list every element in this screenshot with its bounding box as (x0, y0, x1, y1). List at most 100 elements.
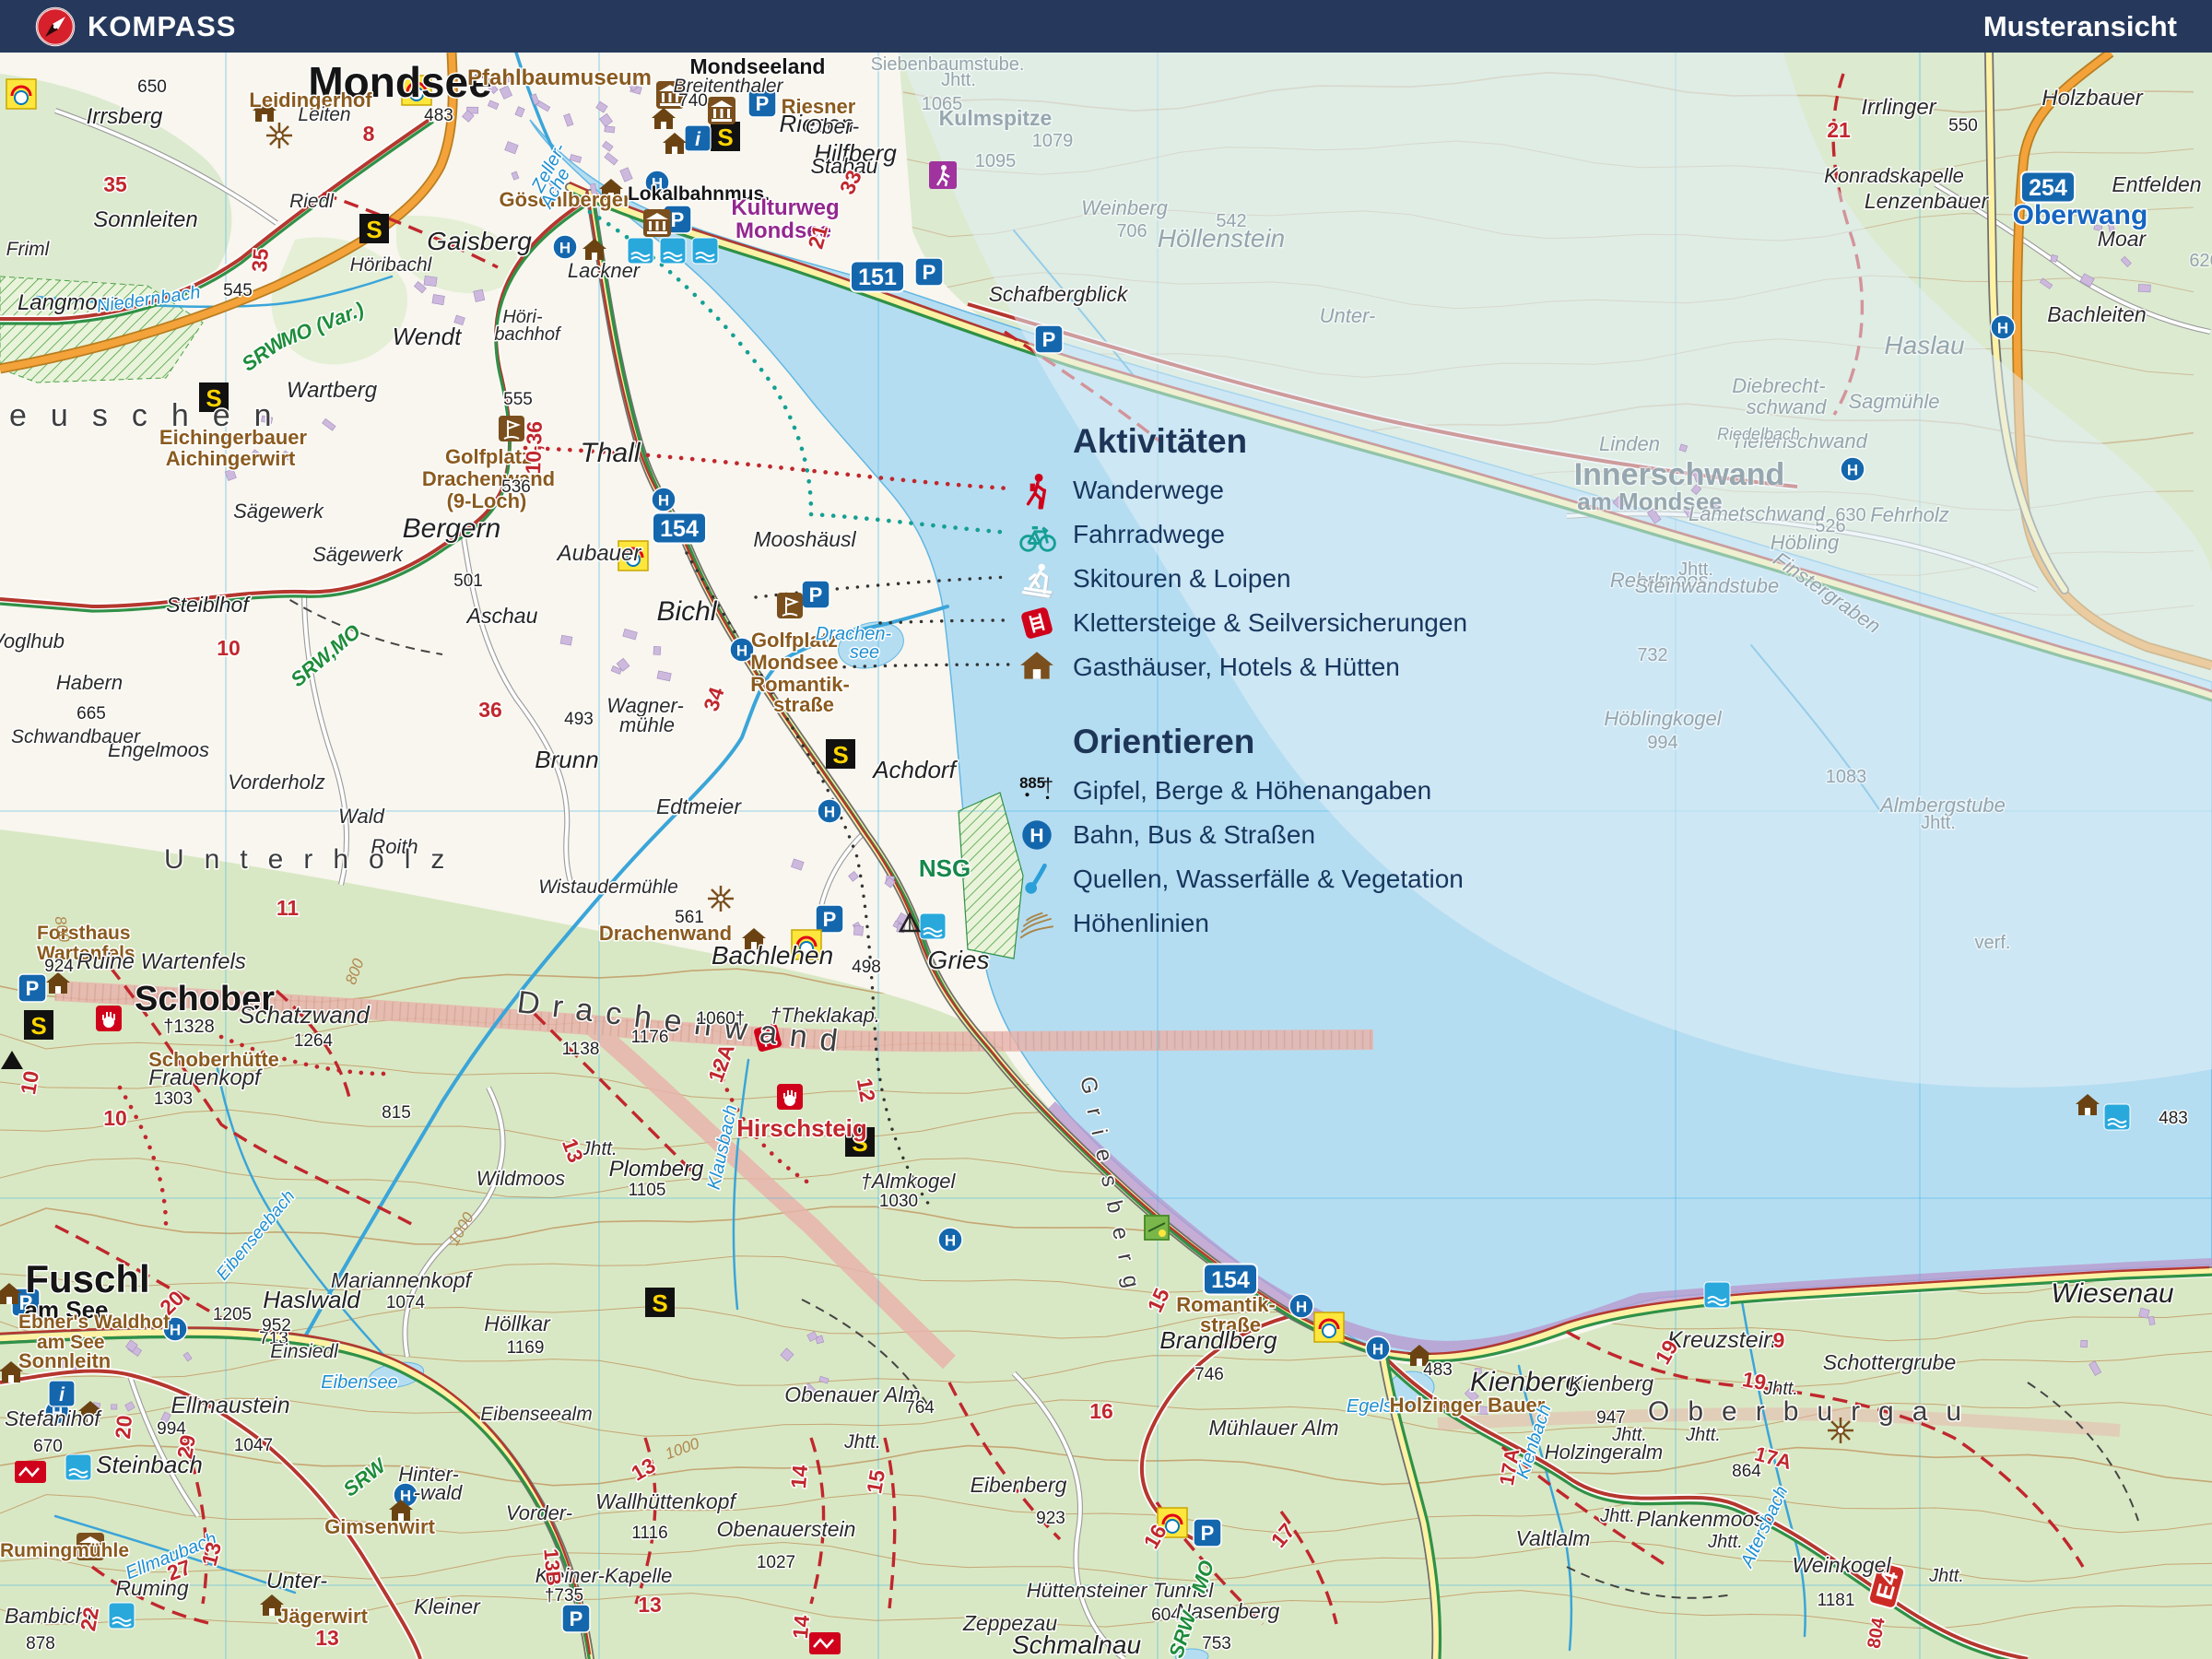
map-label: Jhtt. (1599, 1506, 1635, 1526)
svg-text:H: H (736, 642, 747, 660)
map-label: bachhof (494, 324, 562, 345)
map-label: Konradskapelle (1824, 164, 1964, 187)
map-label: Entfelden (2112, 172, 2201, 196)
map-label: 483 (2159, 1109, 2188, 1128)
svg-text:H: H (1030, 825, 1043, 846)
map-label: Pfahlbaumuseum (467, 65, 652, 90)
map-label: Lametschwand (1688, 502, 1826, 525)
p-map-icon: P (18, 973, 47, 1003)
legend-item-activity-1: Fahrradwege (1016, 512, 1587, 557)
legend-orientation-title: Orientieren (1073, 723, 1255, 760)
map-label: Gimsenwirt (324, 1515, 435, 1538)
map-label: Jhtt. (1707, 1532, 1743, 1552)
map-label: Schottergrube (1823, 1350, 1956, 1374)
p-map-icon: P (815, 904, 844, 934)
map-label: Schatzwand (239, 1001, 371, 1029)
walk-map-icon (929, 161, 957, 189)
spring-icon (1016, 859, 1058, 900)
map-label: Sägewerk (233, 500, 324, 523)
map-label: Frauenkopf (148, 1065, 263, 1090)
h-map-icon: H (937, 1227, 963, 1253)
wr-map-icon (708, 886, 734, 912)
h-map-icon: H (1365, 1335, 1391, 1361)
map-label: 1074 (386, 1293, 426, 1312)
svg-text:P: P (923, 261, 936, 284)
map-label: Brunn (535, 746, 598, 773)
svg-text:P: P (570, 1607, 583, 1630)
legend-item-label: Gasthäuser, Hotels & Hütten (1073, 653, 1400, 681)
map-label: Voglhub (0, 629, 65, 653)
map-label: Rumingmühle (0, 1540, 129, 1561)
kompass-brand: KOMPASS (35, 6, 236, 47)
map-label: 545 (223, 281, 253, 300)
legend-item-orientation-3: Höhenlinien (1016, 901, 1587, 946)
map-label: 35 (103, 172, 127, 196)
map-label: Schwandbauer (11, 726, 141, 747)
map-label: Eibenseealm (480, 1404, 592, 1425)
map-label: 19 (1741, 1367, 1769, 1394)
map-label: Wiesenau (2051, 1278, 2173, 1309)
s-map-icon: S (711, 122, 740, 151)
map-label: Jägerwirt (277, 1605, 368, 1628)
map-label: 665 (76, 704, 106, 724)
svg-text:S: S (30, 1012, 46, 1040)
svg-text:H: H (658, 492, 669, 510)
map-label: Fuschl (25, 1257, 149, 1300)
legend-item-orientation-0: 885 † Gipfel, Berge & Höhenangaben (1016, 769, 1587, 813)
map-label: Obenauerstein (717, 1517, 856, 1541)
legend-item-activity-0: Wanderwege (1016, 468, 1587, 512)
s-map-icon: S (645, 1288, 675, 1317)
map-label: Leiten (298, 104, 350, 125)
map-label: Obenauer Alm (784, 1382, 920, 1406)
map-label: see (850, 642, 879, 663)
map-label: 35 (247, 247, 273, 273)
map-label: Jhtt. (1611, 1425, 1647, 1445)
golf-map-icon (777, 593, 803, 618)
map-label: 13B (539, 1547, 565, 1586)
header-bar: KOMPASS Musteransicht (0, 0, 2212, 53)
map-label: Kulturweg (731, 195, 839, 220)
map-label: Jhtt. (843, 1431, 881, 1453)
map-label: 501 (453, 571, 483, 591)
map-label: 10 (217, 636, 241, 660)
map-label: 10 (16, 1069, 43, 1097)
svg-text:H: H (1372, 1341, 1383, 1359)
map-label: Haslau (1884, 331, 1965, 359)
map-label: 1303 (154, 1089, 193, 1109)
legend-item-label: Bahn, Bus & Straßen (1073, 820, 1316, 849)
map-label: 22 (76, 1606, 103, 1633)
map-label: Sagmühle (1848, 390, 1939, 413)
p-map-icon: P (1034, 324, 1064, 354)
wr-map-icon (266, 123, 292, 148)
map-label: 14 (786, 1464, 812, 1489)
map-label: Ruine Wartenfels (76, 949, 246, 974)
map-label: Eibenberg (971, 1473, 1067, 1497)
map-label: Sonnleitn (18, 1349, 111, 1372)
map-label: Wallhüttenkopf (595, 1489, 737, 1513)
h-map-icon: H (651, 487, 677, 512)
map-label: Irrsberg (87, 104, 163, 129)
map-label: Jhtt. (1928, 1566, 1964, 1586)
map-label: Forsthaus (37, 923, 131, 944)
map-label: 706 (1116, 221, 1147, 241)
map-label: Eibensee (321, 1372, 397, 1393)
map-label: 542 (1216, 211, 1246, 231)
map-label: Valtlalm (1516, 1526, 1591, 1550)
map-label: Bergern (403, 513, 501, 544)
h-map-icon: H (1990, 314, 2016, 340)
map-label: 12 (853, 1077, 880, 1104)
map-label: Schafbergblick (989, 282, 1129, 306)
map-label: 13 (315, 1626, 339, 1650)
ws-map-icon (659, 237, 687, 265)
map-label: 630 (1835, 505, 1865, 525)
map-label: 1264 (294, 1031, 334, 1051)
peak-icon: 885 † (1016, 771, 1058, 811)
sun-map-icon (6, 78, 37, 110)
map-label: Sonnleiten (93, 207, 197, 232)
map-label: Vorder- (506, 1501, 572, 1524)
map-label: 493 (564, 710, 594, 729)
map-label: 1105 (629, 1181, 666, 1200)
map-label: 36 (478, 698, 502, 722)
p-map-icon: P (561, 1604, 591, 1633)
legend-item-label: Fahrradwege (1073, 520, 1225, 548)
